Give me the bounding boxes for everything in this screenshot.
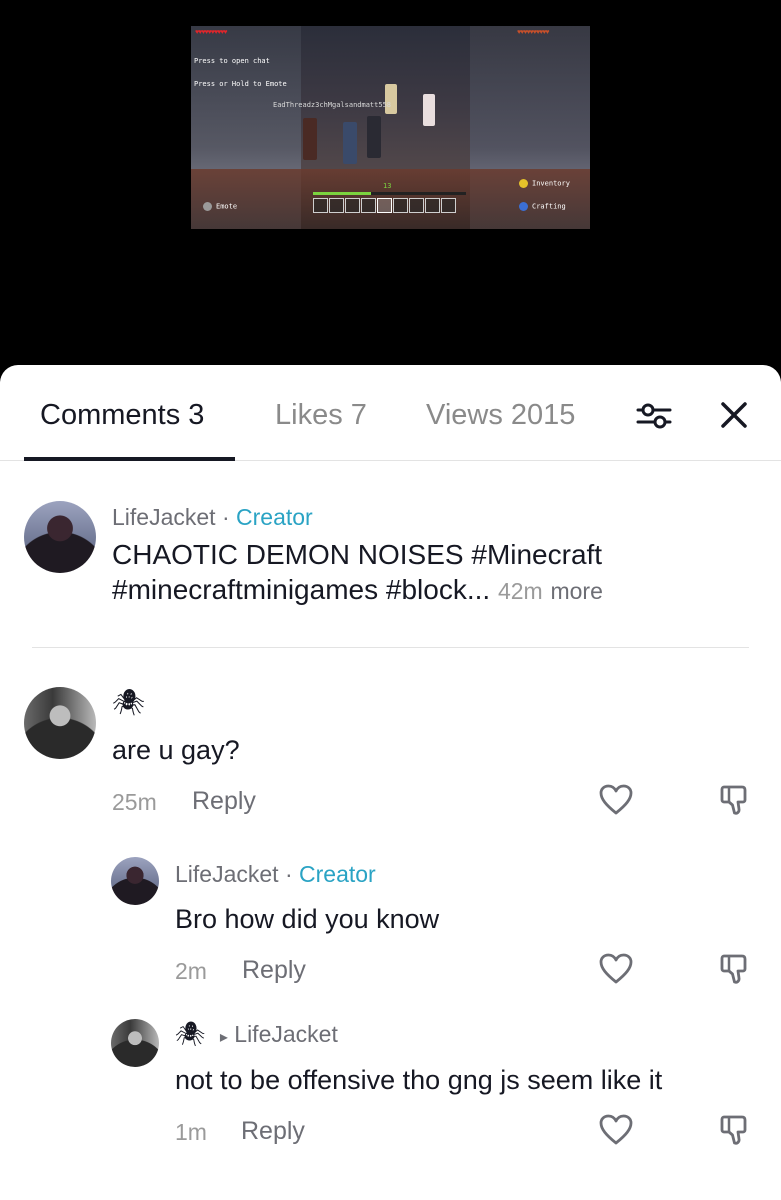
hotbar-slot bbox=[409, 198, 424, 213]
hud-chat-hint: Press to open chat bbox=[194, 57, 270, 65]
reply-button[interactable]: Reply bbox=[241, 1117, 305, 1146]
y-button-icon bbox=[519, 179, 528, 188]
avatar[interactable] bbox=[24, 501, 96, 573]
tab-active-indicator bbox=[24, 457, 235, 461]
game-player-figure bbox=[303, 118, 317, 160]
game-player-figure bbox=[423, 94, 435, 126]
health-hearts-icon: ♥♥♥♥♥♥♥♥♥♥ bbox=[195, 29, 228, 36]
comments-sheet: Comments 3 Likes 7 Views 2015 LifeJacket… bbox=[0, 365, 781, 1200]
hotbar-slot bbox=[345, 198, 360, 213]
hotbar bbox=[313, 198, 457, 213]
comment-text: are u gay? bbox=[112, 735, 240, 765]
game-player-figure bbox=[385, 84, 397, 114]
tab-views[interactable]: Views 2015 bbox=[426, 399, 575, 432]
hud-emote-label: Emote bbox=[216, 202, 238, 211]
filter-icon[interactable] bbox=[634, 401, 674, 431]
game-player-figure bbox=[367, 116, 381, 158]
caption-author-line: LifeJacket · Creator bbox=[112, 504, 313, 531]
avatar[interactable] bbox=[24, 687, 96, 759]
hud-inventory-label: Inventory bbox=[532, 179, 570, 188]
caption-time: 42m bbox=[497, 578, 543, 604]
hud-crafting: Crafting bbox=[519, 202, 566, 211]
creator-badge: Creator bbox=[236, 504, 313, 530]
comment-time: 2m bbox=[175, 958, 207, 984]
hud-level: 13 bbox=[383, 182, 392, 190]
video-player[interactable]: ♥♥♥♥♥♥♥♥♥♥ ♥♥♥♥♥♥♥♥♥♥ Press to open chat… bbox=[0, 0, 781, 380]
heart-icon[interactable] bbox=[599, 784, 633, 816]
comment-time: 1m bbox=[175, 1119, 207, 1145]
reply-button[interactable]: Reply bbox=[192, 787, 256, 816]
reply-to-arrow-icon: ▸ bbox=[219, 1029, 228, 1046]
tab-bar: Comments 3 Likes 7 Views 2015 bbox=[0, 365, 781, 461]
reply-button[interactable]: Reply bbox=[242, 956, 306, 985]
separator-dot: · bbox=[221, 504, 230, 530]
reply-to-name[interactable]: LifeJacket bbox=[234, 1021, 338, 1047]
hotbar-slot bbox=[425, 198, 440, 213]
hud-emote-hint: Press or Hold to Emote bbox=[194, 80, 287, 88]
comment-text: not to be offensive tho gng js seem like… bbox=[175, 1065, 663, 1095]
caption-line-2: #minecraftminigames #block... 42m more bbox=[112, 572, 752, 609]
reply-author-line: 🕷 ▸ LifeJacket bbox=[175, 1020, 338, 1049]
thumbs-down-icon[interactable] bbox=[720, 784, 750, 816]
tab-likes[interactable]: Likes 7 bbox=[275, 399, 367, 432]
hud-emote: Emote bbox=[203, 202, 237, 211]
caption-line: CHAOTIC DEMON NOISES #Minecraft bbox=[112, 539, 603, 570]
commenter-name-spider[interactable]: 🕷 bbox=[112, 687, 145, 718]
commenter-name-spider[interactable]: 🕷 bbox=[175, 1021, 205, 1048]
hotbar-slot-selected bbox=[377, 198, 392, 213]
reply-author-line: LifeJacket · Creator bbox=[175, 861, 376, 888]
hotbar-slot bbox=[393, 198, 408, 213]
tab-comments[interactable]: Comments 3 bbox=[40, 399, 204, 432]
creator-badge: Creator bbox=[299, 861, 376, 887]
hotbar-slot bbox=[329, 198, 344, 213]
xp-bar bbox=[313, 192, 466, 195]
video-caption: CHAOTIC DEMON NOISES #Minecraft #minecra… bbox=[112, 537, 752, 609]
close-icon[interactable] bbox=[718, 399, 750, 431]
game-player-figure bbox=[343, 122, 357, 164]
hotbar-slot bbox=[361, 198, 376, 213]
separator-dot: · bbox=[284, 861, 293, 887]
thumbs-down-icon[interactable] bbox=[720, 953, 750, 985]
caption-more-link[interactable]: more bbox=[550, 578, 602, 604]
hud-inventory: Inventory bbox=[519, 179, 570, 188]
hud-crafting-label: Crafting bbox=[532, 202, 566, 211]
hud-player-tag: EadThreadz3chMgalsandmatt558 bbox=[273, 101, 392, 109]
comment-text: Bro how did you know bbox=[175, 904, 440, 934]
author-name[interactable]: LifeJacket bbox=[112, 504, 216, 530]
author-name[interactable]: LifeJacket bbox=[175, 861, 279, 887]
thumbs-down-icon[interactable] bbox=[720, 1114, 750, 1146]
heart-icon[interactable] bbox=[599, 1114, 633, 1146]
divider bbox=[32, 647, 749, 648]
hotbar-slot bbox=[441, 198, 456, 213]
video-frame: ♥♥♥♥♥♥♥♥♥♥ ♥♥♥♥♥♥♥♥♥♥ Press to open chat… bbox=[191, 26, 590, 229]
avatar[interactable] bbox=[111, 857, 159, 905]
dpad-icon bbox=[203, 202, 212, 211]
caption-hashtags[interactable]: #minecraftminigames #block... bbox=[112, 574, 490, 605]
x-button-icon bbox=[519, 202, 528, 211]
avatar[interactable] bbox=[111, 1019, 159, 1067]
heart-icon[interactable] bbox=[599, 953, 633, 985]
hotbar-slot bbox=[313, 198, 328, 213]
hunger-icon: ♥♥♥♥♥♥♥♥♥♥ bbox=[517, 29, 550, 36]
comment-time: 25m bbox=[112, 789, 157, 815]
